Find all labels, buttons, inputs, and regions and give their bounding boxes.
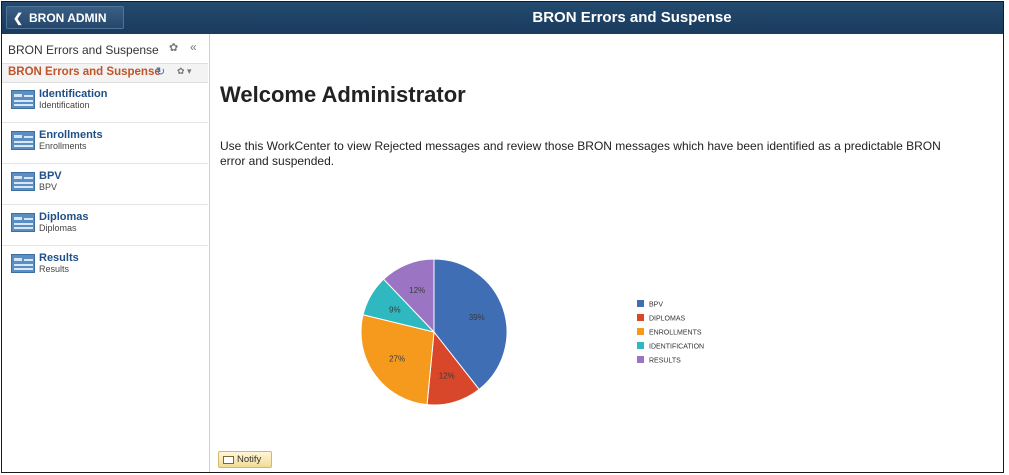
sidebar-item-bpv[interactable]: BPV BPV [2,164,208,205]
legend-swatch [637,342,644,349]
legend-swatch [637,300,644,307]
pie-data-label: 39% [469,313,485,322]
sidebar-item-sublabel: BPV [39,182,58,192]
sidebar-item-label: Diplomas [39,211,89,223]
pie-chart: 39% 12% 27% 9% 12% BPV DIPLOMAS ENROLLMENTS IDEN… [360,258,704,406]
legend-label: ENROLLMENTS [649,330,702,337]
sidebar-item-label: Enrollments [39,129,103,141]
settings-menu-icon[interactable]: ✿ ▾ [177,66,192,77]
legend-label: RESULTS [649,358,681,365]
sidebar-item-identification[interactable]: Identification Identification [2,82,208,123]
back-button-label: BRON ADMIN [29,10,107,25]
sidebar-item-sublabel: Diplomas [39,223,77,233]
sidebar-item-label: Results [39,252,79,264]
legend-label: DIPLOMAS [649,316,686,323]
sidebar-section-title: BRON Errors and Suspense [8,66,161,78]
back-button[interactable]: ❮ BRON ADMIN [6,6,124,29]
collapse-icon[interactable]: « [190,40,197,54]
pie-data-label: 12% [439,371,455,380]
page-icon [11,90,35,109]
legend-swatch [637,328,644,335]
sidebar-item-diplomas[interactable]: Diplomas Diplomas [2,205,208,246]
sidebar-item-label: BPV [39,170,62,182]
pie-data-label: 27% [389,354,405,363]
legend-label: IDENTIFICATION [649,344,704,351]
envelope-icon [223,455,234,464]
sidebar-item-enrollments[interactable]: Enrollments Enrollments [2,123,208,164]
workcenter-sidebar: BRON Errors and Suspense ✿ « BRON Errors… [2,34,210,472]
workcenter-description: Use this WorkCenter to view Rejected mes… [220,139,941,168]
notify-label: Notify [237,454,262,465]
page-title: BRON Errors and Suspense [532,9,732,26]
legend-swatch [637,314,644,321]
sidebar-item-label: Identification [39,88,108,100]
pie-data-label: 9% [389,305,401,314]
sidebar-item-sublabel: Results [39,264,70,274]
sidebar-section-bar: BRON Errors and Suspense ↻ ✿ ▾ [2,63,208,83]
header-banner: ❮ BRON ADMIN BRON Errors and Suspense [2,2,1003,34]
refresh-icon[interactable]: ↻ [156,65,165,78]
page-icon [11,213,35,232]
sidebar-header: BRON Errors and Suspense [8,43,159,57]
sidebar-item-results[interactable]: Results Results [2,246,208,286]
gear-icon[interactable]: ✿ [169,41,178,54]
page-icon [11,172,35,191]
pie-data-label: 12% [409,286,425,295]
app-window: ❮ BRON ADMIN BRON Errors and Suspense BR… [1,1,1004,473]
page-icon [11,254,35,273]
sidebar-item-sublabel: Identification [39,100,90,110]
chevron-left-icon: ❮ [12,10,24,25]
page-icon [11,131,35,150]
legend-swatch [637,356,644,363]
sidebar-item-sublabel: Enrollments [39,141,87,151]
legend-label: BPV [649,302,663,309]
notify-button[interactable]: Notify [218,451,272,468]
welcome-heading: Welcome Administrator [220,82,466,107]
